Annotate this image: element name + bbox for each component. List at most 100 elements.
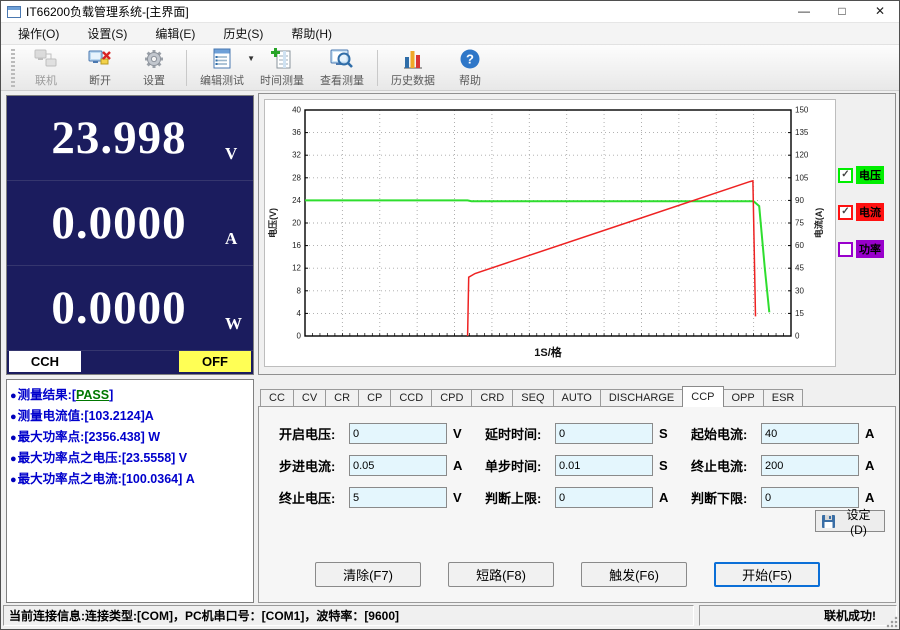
legend-checkbox[interactable]: ✓ xyxy=(838,168,853,183)
step-current-field-input[interactable] xyxy=(349,455,447,476)
judge-upper-field-input[interactable] xyxy=(555,487,653,508)
minimize-button[interactable]: — xyxy=(785,1,823,22)
short-circuit-button[interactable]: 短路(F8) xyxy=(448,562,554,587)
result-text: 测量电流值:[103.2124]A xyxy=(18,409,154,423)
window-title: IT66200负载管理系统-[主界面] xyxy=(26,3,189,20)
result-text: 最大功率点之电流:[100.0364] A xyxy=(18,472,195,486)
result-text: 测量结果:[ xyxy=(18,388,76,402)
help-button[interactable]: ?帮助 xyxy=(443,45,497,90)
clear-button[interactable]: 清除(F7) xyxy=(315,562,421,587)
edit-test-button[interactable]: ▼编辑测试 xyxy=(192,45,252,90)
svg-text:150: 150 xyxy=(795,106,809,115)
resize-grip-icon[interactable] xyxy=(886,616,898,628)
open-voltage-field-unit: V xyxy=(453,426,469,441)
menu-item-3[interactable]: 历史(S) xyxy=(214,22,272,45)
bullet-icon: ● xyxy=(10,411,17,423)
result-pass-value: PASS xyxy=(76,388,109,402)
view-measure-button[interactable]: 查看测量 xyxy=(312,45,372,90)
delay-time-field-unit: S xyxy=(659,426,675,441)
tab-cc[interactable]: CC xyxy=(260,389,294,407)
tab-cp[interactable]: CP xyxy=(358,389,391,407)
disconnect-icon xyxy=(88,47,112,71)
start-current-field-input[interactable] xyxy=(761,423,859,444)
tab-esr[interactable]: ESR xyxy=(763,389,804,407)
end-current-field: 终止电流:A xyxy=(691,455,881,476)
link-icon xyxy=(34,47,58,71)
legend-checkbox[interactable] xyxy=(838,242,853,257)
time-measure-button-label: 时间测量 xyxy=(260,72,304,88)
history-data-button-label: 历史数据 xyxy=(391,72,435,88)
bullet-icon: ● xyxy=(10,390,17,402)
svg-text:0: 0 xyxy=(795,332,800,341)
tab-discharge[interactable]: DISCHARGE xyxy=(600,389,683,407)
toolbar-separator xyxy=(377,50,378,86)
form-column-1: 延时时间:S单步时间:S判断上限:A xyxy=(485,423,675,508)
stop-voltage-field-input[interactable] xyxy=(349,487,447,508)
result-text: 最大功率点之电压:[23.5558] V xyxy=(18,451,187,465)
set-button-label: 设定(D) xyxy=(839,506,878,537)
open-voltage-field: 开启电压:V xyxy=(279,423,469,444)
delay-time-field: 延时时间:S xyxy=(485,423,675,444)
delay-time-field-input[interactable] xyxy=(555,423,653,444)
tab-crd[interactable]: CRD xyxy=(471,389,513,407)
chart-panel: 0041583012451660207524902810532120361354… xyxy=(258,93,896,375)
time-measure-button[interactable]: 时间测量 xyxy=(252,45,312,90)
step-time-field-input[interactable] xyxy=(555,455,653,476)
svg-text:24: 24 xyxy=(292,196,301,205)
set-button[interactable]: 设定(D) xyxy=(815,510,885,532)
result-item-1: ●测量电流值:[103.2124]A xyxy=(10,406,250,427)
menu-item-2[interactable]: 编辑(E) xyxy=(146,22,204,45)
disconnect-button[interactable]: 断开 xyxy=(73,45,127,90)
tab-cr[interactable]: CR xyxy=(325,389,359,407)
settings-button[interactable]: 设置 xyxy=(127,45,181,90)
history-data-icon xyxy=(401,47,425,71)
stop-voltage-field-label: 终止电压: xyxy=(279,488,343,507)
tab-cpd[interactable]: CPD xyxy=(431,389,472,407)
help-icon: ? xyxy=(458,47,482,71)
svg-text:16: 16 xyxy=(292,241,301,250)
end-current-field-input[interactable] xyxy=(761,455,859,476)
tab-opp[interactable]: OPP xyxy=(723,389,764,407)
result-text-suffix: ] xyxy=(109,388,113,402)
edit-test-button-label: 编辑测试 xyxy=(200,72,244,88)
svg-text:90: 90 xyxy=(795,196,804,205)
menu-item-4[interactable]: 帮助(H) xyxy=(282,22,341,45)
result-item-2: ●最大功率点:[2356.438] W xyxy=(10,427,250,448)
current-unit: A xyxy=(225,229,247,249)
open-voltage-field-input[interactable] xyxy=(349,423,447,444)
svg-text:32: 32 xyxy=(292,151,301,160)
history-data-button[interactable]: 历史数据 xyxy=(383,45,443,90)
menu-item-0[interactable]: 操作(O) xyxy=(9,22,68,45)
tab-seq[interactable]: SEQ xyxy=(512,389,553,407)
form-column-2: 起始电流:A终止电流:A判断下限:A xyxy=(691,423,881,508)
stop-voltage-field-unit: V xyxy=(453,490,469,505)
tab-ccp[interactable]: CCP xyxy=(682,386,723,407)
tab-auto[interactable]: AUTO xyxy=(553,389,601,407)
maximize-button[interactable]: □ xyxy=(823,1,861,22)
start-button[interactable]: 开始(F5) xyxy=(714,562,820,587)
menu-item-1[interactable]: 设置(S) xyxy=(78,22,136,45)
trigger-button[interactable]: 触发(F6) xyxy=(581,562,687,587)
svg-text:0: 0 xyxy=(297,332,302,341)
title-bar: IT66200负载管理系统-[主界面] —□✕ xyxy=(1,1,899,23)
status-bar: 当前连接信息:连接类型:[COM]，PC机串口号：[COM1]，波特率：[960… xyxy=(1,603,899,629)
mode-tab-control: CCCVCRCPCCDCPDCRDSEQAUTODISCHARGECCPOPPE… xyxy=(258,387,896,603)
voltage-readout: 23.998 V xyxy=(7,96,253,181)
current-value: 0.0000 xyxy=(13,196,225,250)
result-text: 最大功率点:[2356.438] W xyxy=(18,430,160,444)
voltage-value: 23.998 xyxy=(13,111,225,165)
measurement-chart: 0041583012451660207524902810532120361354… xyxy=(265,100,835,364)
legend-label: 功率 xyxy=(856,240,884,258)
legend-checkbox[interactable]: ✓ xyxy=(838,205,853,220)
view-measure-icon xyxy=(330,47,354,71)
parameter-form: 开启电压:V 步进电流:A 终止电压: V 延时时间:S单步时间:S判断上限:A起始电流… xyxy=(279,423,881,508)
step-current-field-label: 步进电流: xyxy=(279,456,343,475)
toolbar-group-2: 历史数据 ?帮助 xyxy=(383,45,497,90)
tab-cv[interactable]: CV xyxy=(293,389,326,407)
close-button[interactable]: ✕ xyxy=(861,1,899,22)
legend-label: 电流 xyxy=(856,203,884,221)
svg-text:电压(V): 电压(V) xyxy=(267,208,278,238)
output-state-badge: OFF xyxy=(179,351,251,372)
tab-ccd[interactable]: CCD xyxy=(390,389,432,407)
step-current-field: 步进电流:A xyxy=(279,455,469,476)
